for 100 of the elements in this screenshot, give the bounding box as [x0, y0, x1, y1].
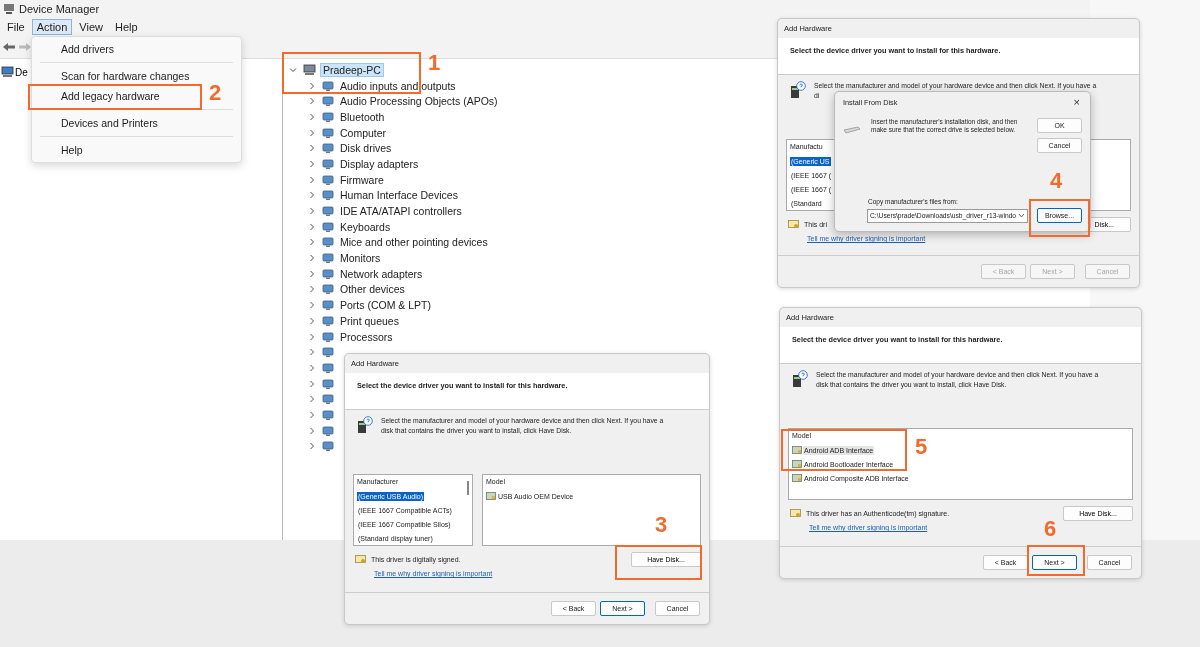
driver-icon	[792, 446, 802, 454]
menu-bar-item[interactable]: Action	[31, 19, 73, 35]
chevron-icon[interactable]	[308, 379, 316, 388]
step-number: 3	[655, 512, 668, 538]
computer-icon	[1, 66, 14, 78]
chevron-icon[interactable]	[308, 254, 316, 263]
step-number: 6	[1044, 516, 1057, 542]
tree-item[interactable]: Human Interface Devices	[338, 189, 460, 202]
device-icon	[322, 126, 334, 139]
chevron-icon[interactable]	[308, 442, 316, 451]
menu-bar-item[interactable]: View	[74, 19, 108, 35]
chevron-icon[interactable]	[308, 222, 316, 231]
device-icon	[322, 110, 334, 123]
chevron-icon[interactable]	[308, 207, 316, 216]
menu-bar-item[interactable]: File	[2, 19, 30, 35]
device-icon	[322, 252, 334, 265]
certificate-icon	[790, 508, 801, 518]
chevron-icon[interactable]	[289, 65, 297, 74]
close-button[interactable]: ×	[1071, 96, 1082, 108]
tree-item[interactable]: Processors	[338, 330, 395, 343]
device-icon	[322, 283, 334, 296]
highlight-frame	[1029, 199, 1090, 237]
menu-item[interactable]: Devices and Printers	[61, 117, 158, 129]
computer-help-icon	[792, 370, 808, 388]
scrollbar[interactable]	[467, 481, 469, 495]
device-icon	[322, 95, 334, 108]
tree-item[interactable]: Mice and other pointing devices	[338, 236, 490, 249]
chevron-icon[interactable]	[308, 144, 316, 153]
device-icon	[322, 424, 334, 437]
step-number: 4	[1050, 168, 1063, 194]
menu-bar-item[interactable]: Help	[109, 19, 143, 35]
chevron-icon[interactable]	[308, 316, 316, 325]
device-icon	[322, 142, 334, 155]
tree-item[interactable]: Display adapters	[338, 157, 421, 170]
tree-item[interactable]: Computer	[338, 126, 389, 139]
tree-item[interactable]: Network adapters	[338, 267, 425, 280]
device-manager-icon	[3, 3, 15, 15]
tree-item[interactable]: Keyboards	[338, 220, 393, 233]
chevron-icon[interactable]	[308, 348, 316, 357]
device-icon	[322, 299, 334, 312]
tree-item[interactable]: Ports (COM & LPT)	[338, 299, 433, 312]
chevron-icon[interactable]	[308, 128, 316, 137]
device-icon	[322, 205, 334, 218]
chevron-icon[interactable]	[308, 269, 316, 278]
chevron-icon[interactable]	[308, 97, 316, 106]
chevron-icon[interactable]	[308, 159, 316, 168]
chevron-icon[interactable]	[308, 238, 316, 247]
chevron-icon[interactable]	[308, 426, 316, 435]
computer-icon	[303, 63, 316, 76]
chevron-icon[interactable]	[308, 395, 316, 404]
device-icon	[322, 236, 334, 249]
tree-item[interactable]: Monitors	[338, 252, 383, 265]
highlight-frame	[1027, 545, 1085, 576]
menu-item[interactable]: Add legacy hardware	[61, 90, 160, 102]
back-arrow-icon[interactable]	[2, 42, 16, 52]
tree-item[interactable]: Audio Processing Objects (APOs)	[338, 95, 500, 108]
tree-item[interactable]: Disk drives	[338, 142, 394, 155]
device-icon	[322, 330, 334, 343]
device-icon	[322, 189, 334, 202]
certificate-icon	[788, 219, 799, 229]
chevron-icon[interactable]	[308, 191, 316, 200]
device-icon	[322, 361, 334, 374]
device-icon	[322, 267, 334, 280]
computer-help-icon	[790, 81, 806, 99]
driver-icon	[792, 474, 802, 482]
chevron-icon[interactable]	[308, 81, 316, 90]
tree-item[interactable]: Bluetooth	[338, 110, 387, 123]
tree-item[interactable]: Print queues	[338, 314, 401, 327]
chevron-icon[interactable]	[308, 301, 316, 310]
certificate-icon	[355, 554, 366, 564]
device-icon	[322, 220, 334, 233]
tree-item[interactable]: Firmware	[338, 173, 386, 186]
chevron-icon[interactable]	[308, 332, 316, 341]
tree-item[interactable]: Pradeep-PC	[320, 62, 384, 77]
chevron-icon[interactable]	[308, 175, 316, 184]
menu-item[interactable]: Help	[61, 144, 83, 156]
device-icon	[322, 393, 334, 406]
chevron-icon[interactable]	[308, 410, 316, 419]
tree-item[interactable]: De	[15, 66, 28, 78]
tree-item[interactable]: Audio inputs and outputs	[338, 79, 458, 92]
device-icon	[322, 157, 334, 170]
chevron-icon[interactable]	[308, 112, 316, 121]
disk-drive-icon	[843, 126, 861, 134]
tree-item[interactable]: IDE ATA/ATAPI controllers	[338, 205, 464, 218]
chevron-icon[interactable]	[308, 363, 316, 372]
device-icon	[322, 408, 334, 421]
device-icon	[322, 440, 334, 453]
driver-icon	[486, 492, 496, 500]
device-icon	[322, 346, 334, 359]
driver-icon	[792, 460, 802, 468]
tree-item[interactable]: Other devices	[338, 283, 407, 296]
step-number: 5	[915, 434, 928, 460]
chevron-icon[interactable]	[308, 285, 316, 294]
computer-help-icon	[357, 416, 373, 434]
menu-item[interactable]: Scan for hardware changes	[61, 70, 190, 82]
device-icon	[322, 314, 334, 327]
chevron-down-icon[interactable]	[1018, 213, 1025, 218]
step-number: 1	[428, 50, 441, 76]
device-icon	[322, 79, 334, 92]
menu-item[interactable]: Add drivers	[61, 43, 115, 55]
